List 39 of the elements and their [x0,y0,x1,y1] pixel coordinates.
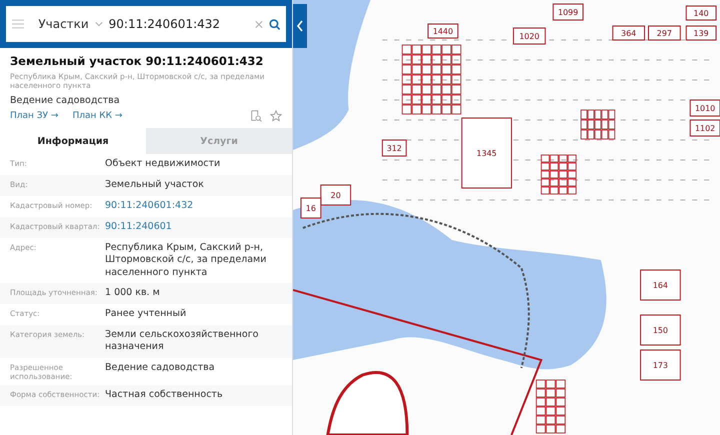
menu-icon[interactable] [12,19,24,29]
star-icon[interactable] [270,110,282,122]
category-dropdown[interactable]: Участки [30,17,89,31]
parcel[interactable]: 1020 [512,28,546,44]
parcel[interactable]: 364 [612,26,646,40]
chevron-down-icon[interactable] [94,21,103,27]
chevron-left-icon [296,20,304,32]
field-value: Земли сельскохозяйственного назначения [105,329,260,354]
field-value: Объект недвижимости [105,158,222,170]
collapse-panel-button[interactable] [293,4,307,48]
parcel[interactable]: 1345 [461,118,512,188]
object-title: Земельный участок 90:11:240601:432 [10,54,264,68]
field-value: Ранее учтенный [105,308,188,320]
plan-link[interactable]: План ЗУ → [10,111,58,121]
parcel[interactable]: 150 [640,314,681,346]
parcel[interactable]: 139 [686,26,717,40]
parcel[interactable]: 1440 [428,24,458,38]
parcel[interactable]: 173 [640,350,681,380]
search-icon[interactable] [268,18,280,30]
field-value: Земельный участок [105,179,205,192]
field-value-link[interactable]: 90:11:240601:432 [105,200,275,212]
object-usage: Ведение садоводства [10,95,121,106]
parcel[interactable]: 164 [640,270,681,300]
parcel[interactable]: 312 [382,140,407,156]
parcel[interactable]: 1010 [690,100,720,116]
parcel[interactable]: 140 [686,6,717,20]
close-icon[interactable] [254,20,263,28]
search-document-icon[interactable] [250,110,262,122]
field-value: 1 000 кв. м [105,287,161,300]
plan-link[interactable]: План КК → [72,111,122,121]
parcel[interactable]: 1102 [690,120,720,136]
field-value-link[interactable]: 90:11:240601 [105,221,275,234]
parcel[interactable]: 20 [320,184,352,206]
parcel[interactable]: 1099 [552,4,584,20]
field-value: Республика Крым, Сакский р-н, Штормовской с/с, за пределами населенного пункта [105,242,268,280]
parcel[interactable]: 16 [300,198,322,218]
field-value: Ведение садоводства [105,362,216,374]
field-value: Частная собственность [105,388,224,402]
parcel[interactable]: 297 [648,26,681,40]
